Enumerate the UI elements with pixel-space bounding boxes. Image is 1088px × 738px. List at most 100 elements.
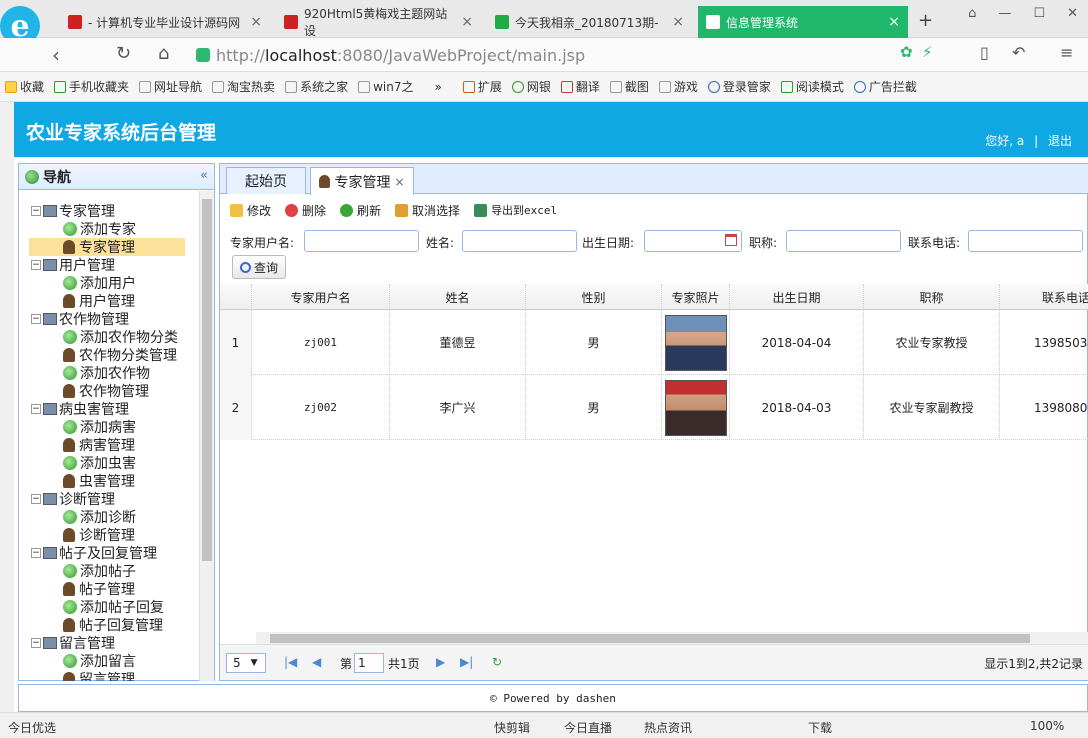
bookmark-games[interactable]: 游戏 xyxy=(654,78,703,95)
bookmark-screenshot[interactable]: 截图 xyxy=(605,78,654,95)
nav-item[interactable]: 添加诊断 xyxy=(29,508,136,526)
table-row[interactable]: 2 zj002 李广兴 男 2018-04-03 农业专家副教授 1398080… xyxy=(220,375,1088,440)
column-header[interactable]: 联系电话 xyxy=(1000,284,1088,310)
page-input[interactable]: 1 xyxy=(354,653,384,673)
bookmark-nav[interactable]: 网址导航 xyxy=(134,78,207,95)
nav-item[interactable]: 添加帖子回复 xyxy=(29,598,164,616)
collapse-toggle-icon[interactable]: − xyxy=(31,206,41,216)
maximize-icon[interactable]: ☐ xyxy=(1033,6,1045,21)
nav-group[interactable]: − 病虫害管理 xyxy=(31,400,129,418)
reload-icon[interactable]: ↻ xyxy=(116,43,131,64)
phone-icon[interactable]: ▯ xyxy=(980,43,989,62)
grid-scroll-thumb[interactable] xyxy=(270,634,1030,643)
nav-item[interactable]: 诊断管理 xyxy=(29,526,135,544)
edit-button[interactable]: 修改 xyxy=(230,202,271,219)
browser-tab[interactable]: - 计算机专业毕业设计源码网 × xyxy=(60,6,270,38)
username-input[interactable] xyxy=(304,230,419,252)
expert-photo[interactable] xyxy=(664,379,727,436)
birth-date-input[interactable] xyxy=(644,230,742,252)
logout-link[interactable]: 退出 xyxy=(1048,134,1072,148)
refresh-button[interactable]: 刷新 xyxy=(340,202,381,219)
status-news[interactable]: 热点资讯 xyxy=(644,719,692,736)
nav-scrollbar[interactable] xyxy=(199,191,214,681)
next-page-icon[interactable]: ▶ xyxy=(436,655,445,669)
title-input[interactable] xyxy=(786,230,901,252)
home-icon[interactable]: ⌂ xyxy=(158,43,169,64)
close-tab-icon[interactable]: × xyxy=(461,14,473,30)
nav-group[interactable]: − 专家管理 xyxy=(31,202,115,220)
nav-group[interactable]: − 农作物管理 xyxy=(31,310,129,328)
nav-item[interactable]: 添加虫害 xyxy=(29,454,136,472)
close-tab-icon[interactable]: × xyxy=(394,175,404,189)
collapse-toggle-icon[interactable]: − xyxy=(31,404,41,414)
page-size-select[interactable]: 5 ▼ xyxy=(226,653,266,673)
minimize-icon[interactable]: — xyxy=(998,6,1011,21)
phone-input[interactable] xyxy=(968,230,1083,252)
new-tab-button[interactable]: + xyxy=(918,10,933,31)
delete-button[interactable]: 删除 xyxy=(285,202,326,219)
column-header[interactable]: 专家照片 xyxy=(662,284,730,310)
nav-item[interactable]: 帖子管理 xyxy=(29,580,135,598)
nav-item[interactable]: 添加专家 xyxy=(29,220,136,238)
speed-icon[interactable]: ⚡ xyxy=(922,43,933,61)
collapse-toggle-icon[interactable]: − xyxy=(31,548,41,558)
last-page-icon[interactable]: ▶| xyxy=(460,655,473,669)
collapse-toggle-icon[interactable]: − xyxy=(31,260,41,270)
tab-expert-manage[interactable]: 专家管理 × xyxy=(310,167,414,195)
nav-item[interactable]: 帖子回复管理 xyxy=(29,616,163,634)
collapse-toggle-icon[interactable]: − xyxy=(31,638,41,648)
expert-photo[interactable] xyxy=(664,314,727,371)
refresh-icon[interactable]: ↻ xyxy=(492,655,502,669)
close-tab-icon[interactable]: × xyxy=(672,14,684,30)
bookmark-syshome[interactable]: 系统之家 xyxy=(280,78,353,95)
name-input[interactable] xyxy=(462,230,577,252)
home-window-icon[interactable]: ⌂ xyxy=(968,6,976,21)
collapse-toggle-icon[interactable]: − xyxy=(31,314,41,324)
status-daily-picks[interactable]: 今日优选 xyxy=(8,719,56,736)
nav-item[interactable]: 添加农作物分类 xyxy=(29,328,178,346)
nav-group[interactable]: − 用户管理 xyxy=(31,256,115,274)
nav-group[interactable]: − 帖子及回复管理 xyxy=(31,544,157,562)
export-excel-button[interactable]: 导出到excel xyxy=(474,202,557,218)
bookmark-login[interactable]: 登录管家 xyxy=(703,78,776,95)
cancel-selection-button[interactable]: 取消选择 xyxy=(395,202,460,219)
nav-group[interactable]: − 留言管理 xyxy=(31,634,115,652)
nav-item[interactable]: 添加用户 xyxy=(29,274,136,292)
undo-icon[interactable]: ↶ xyxy=(1012,43,1025,62)
bookmark-mobile[interactable]: 手机收藏夹 xyxy=(49,78,134,95)
nav-item[interactable]: 病害管理 xyxy=(29,436,135,454)
close-tab-icon[interactable]: × xyxy=(250,14,262,30)
bookmark-adblock[interactable]: 广告拦截 xyxy=(849,78,922,95)
status-video-edit[interactable]: 快剪辑 xyxy=(494,719,530,736)
nav-item[interactable]: 用户管理 xyxy=(29,292,135,310)
collapse-toggle-icon[interactable]: − xyxy=(31,494,41,504)
url-field[interactable]: http://localhost:8080/JavaWebProject/mai… xyxy=(196,42,936,68)
tab-start[interactable]: 起始页 xyxy=(226,167,306,194)
first-page-icon[interactable]: |◀ xyxy=(284,655,297,669)
bookmark-favorites[interactable]: 收藏 xyxy=(0,78,49,95)
zoom-level[interactable]: 100% xyxy=(1030,719,1064,733)
bookmark-bank[interactable]: 网银 xyxy=(507,78,556,95)
back-icon[interactable]: ‹ xyxy=(52,43,60,67)
column-header[interactable]: 职称 xyxy=(864,284,1000,310)
browser-tab[interactable]: 920Html5黄梅戏主题网站设 × xyxy=(276,6,481,38)
bookmarks-more[interactable]: » xyxy=(418,80,457,94)
column-header[interactable]: 姓名 xyxy=(390,284,526,310)
nav-item[interactable]: 农作物管理 xyxy=(29,382,149,400)
status-download[interactable]: 下载 xyxy=(808,719,832,736)
nav-item[interactable]: 添加农作物 xyxy=(29,364,150,382)
calendar-icon[interactable] xyxy=(725,234,737,246)
bookmark-extensions[interactable]: 扩展 xyxy=(458,78,507,95)
nav-item[interactable]: 虫害管理 xyxy=(29,472,135,490)
nav-scroll-thumb[interactable] xyxy=(202,199,212,561)
close-tab-icon[interactable]: × xyxy=(888,14,900,30)
nav-item[interactable]: 添加病害 xyxy=(29,418,136,436)
menu-icon[interactable]: ≡ xyxy=(1060,43,1073,62)
column-header[interactable]: 专家用户名 xyxy=(252,284,390,310)
close-window-icon[interactable]: ✕ xyxy=(1067,6,1078,21)
query-button[interactable]: 查询 xyxy=(232,255,286,279)
bookmark-win7[interactable]: win7之 xyxy=(353,78,418,95)
security-shield-icon[interactable]: ✿ xyxy=(900,43,913,61)
browser-tab-active[interactable]: 信息管理系统 × xyxy=(698,6,908,38)
nav-item[interactable]: 专家管理 xyxy=(29,238,185,256)
